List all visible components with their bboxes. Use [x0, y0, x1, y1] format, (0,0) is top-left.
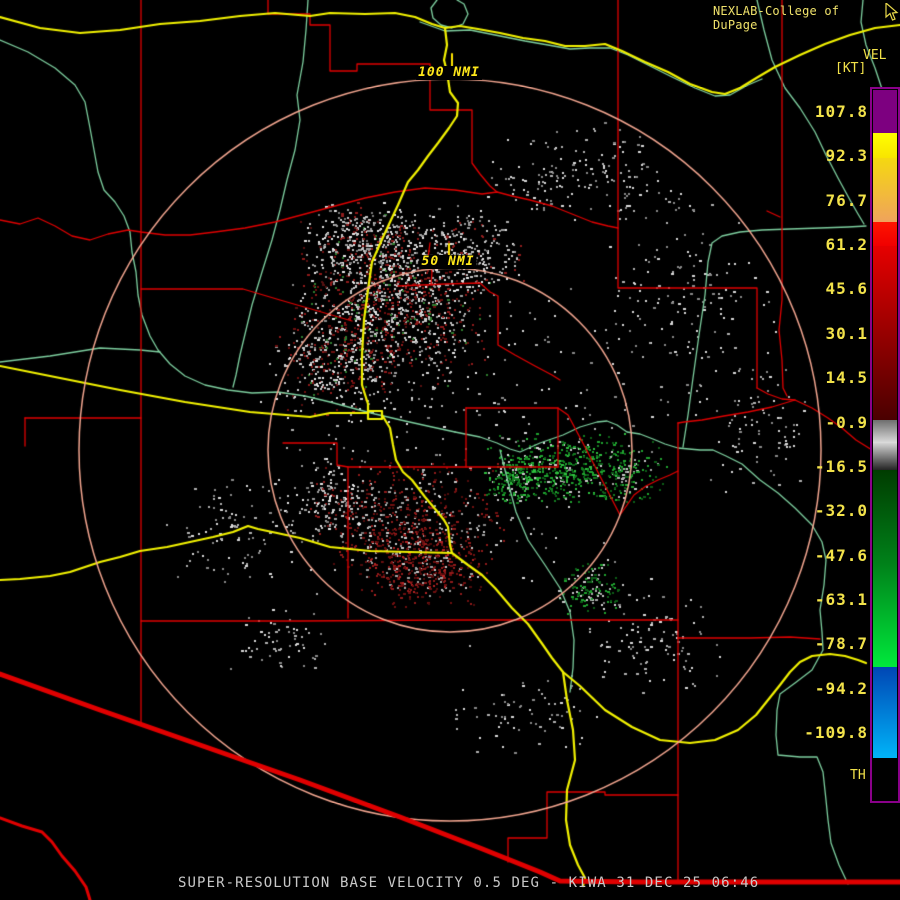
range-ring-label-100nmi: 100 NMI [416, 65, 482, 80]
product-caption: SUPER-RESOLUTION BASE VELOCITY 0.5 DEG -… [178, 875, 760, 891]
colorbar-tick-label: -47.6 [814, 545, 868, 565]
colorbar-segment [873, 420, 897, 443]
colorbar-tick-label: -78.7 [814, 634, 868, 654]
colorbar-axis-label: VEL [863, 48, 887, 63]
colorbar-tick-label: -16.5 [814, 456, 868, 476]
colorbar-unit-label: [KT] [835, 61, 867, 76]
colorbar-tick-label: -0.9 [825, 412, 868, 432]
colorbar-tick-label: 45.6 [825, 279, 868, 299]
colorbar-tick-label: 76.7 [825, 190, 868, 210]
colorbar-tick-label: -63.1 [814, 589, 868, 609]
colorbar-tick-label: -94.2 [814, 678, 868, 698]
mouse-cursor-icon [884, 1, 900, 26]
colorbar-tick-label: 92.3 [825, 146, 868, 166]
colorbar-segment [873, 470, 897, 565]
colorbar-tick-label: 61.2 [825, 235, 868, 255]
colorbar-tick-label: 30.1 [825, 323, 868, 343]
colorbar-segment [873, 90, 897, 133]
colorbar-segment [873, 667, 897, 758]
colorbar-tick-label: 107.8 [814, 102, 868, 121]
colorbar-tick-label: -32.0 [814, 501, 868, 521]
radar-map-display[interactable] [0, 0, 900, 900]
site-header: NEXLAB-College of DuPage [713, 1, 900, 32]
colorbar-segment [873, 565, 897, 667]
colorbar-segment [873, 158, 897, 222]
colorbar-segment [873, 222, 897, 246]
page-title: NEXLAB-College of DuPage [713, 4, 840, 32]
colorbar-segment [873, 246, 897, 420]
colorbar-threshold-label: TH [850, 768, 866, 783]
colorbar-segment [873, 443, 897, 470]
colorbar-tick-label: -109.8 [804, 723, 868, 743]
colorbar-segment [873, 133, 897, 158]
colorbar-tick-label: 14.5 [825, 368, 868, 388]
range-ring-label-50nmi: 50 NMI [419, 254, 477, 269]
